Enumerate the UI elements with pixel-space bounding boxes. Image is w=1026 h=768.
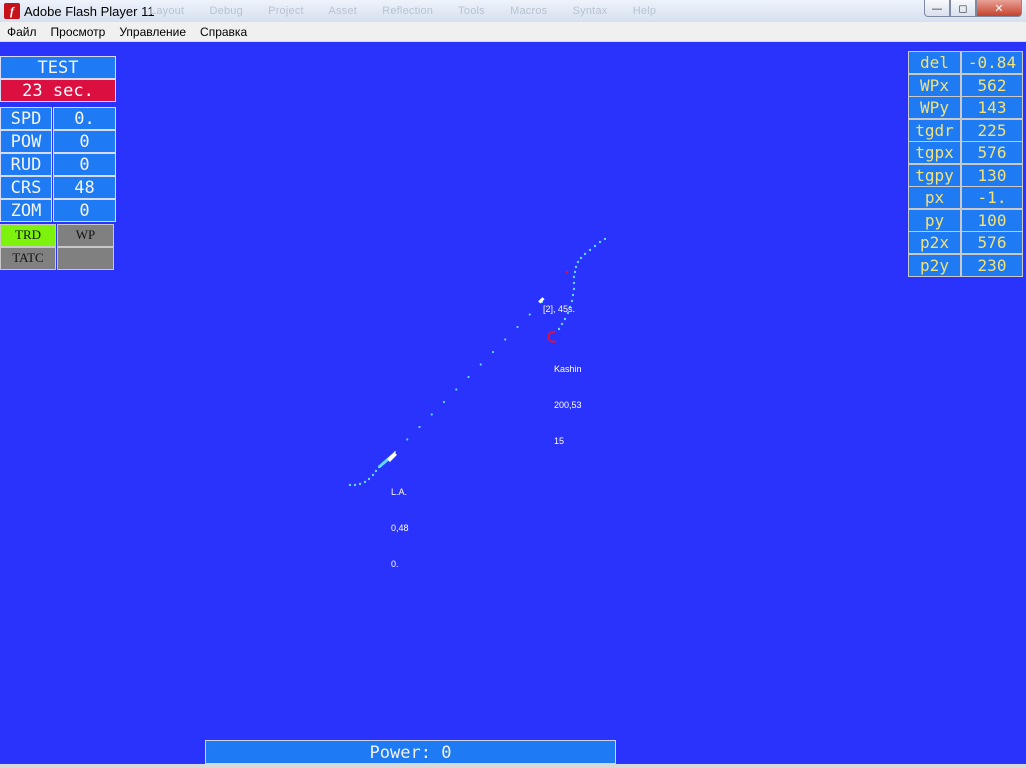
own-ship-name: L.A.: [391, 487, 408, 497]
tgpx-value: 576: [961, 141, 1023, 164]
py-value: 100: [961, 209, 1023, 232]
del-key: del: [908, 51, 961, 74]
power-display: Power: 0: [205, 740, 616, 764]
mode-title: TEST: [0, 56, 116, 79]
tgdr-value: 225: [961, 119, 1023, 142]
rud-value: 0: [53, 153, 116, 176]
tatc-button[interactable]: TATC: [0, 247, 56, 270]
own-ship-coords: 0,48: [391, 523, 409, 533]
py-key: py: [908, 209, 961, 232]
kashin-coords: 200,53: [554, 400, 582, 410]
zom-value: 0: [53, 199, 116, 222]
crs-value: 48: [53, 176, 116, 199]
spd-label: SPD: [0, 107, 52, 130]
p2y-key: p2y: [908, 254, 961, 277]
crs-label: CRS: [0, 176, 52, 199]
wpx-key: WPx: [908, 74, 961, 97]
spd-value: 0.: [53, 107, 116, 130]
kashin-name: Kashin: [554, 364, 582, 374]
target-dot: [565, 270, 569, 274]
wpy-key: WPy: [908, 96, 961, 119]
kashin-speed: 15: [554, 436, 565, 446]
zom-label: ZOM: [0, 199, 52, 222]
tgpy-key: tgpy: [908, 164, 961, 187]
bottom-edge: [0, 764, 1026, 768]
tactical-map[interactable]: [0, 0, 1026, 768]
pow-label: POW: [0, 130, 52, 153]
waypoint-label: [2], 45s.: [543, 304, 576, 314]
wpx-value: 562: [961, 74, 1023, 97]
power-label: Power:: [369, 743, 431, 763]
p2x-key: p2x: [908, 231, 961, 254]
del-value: -0.84: [961, 51, 1023, 74]
wp-button[interactable]: WP: [57, 224, 114, 247]
timer-display: 23 sec.: [0, 79, 116, 102]
tgpy-value: 130: [961, 164, 1023, 187]
pow-value: 0: [53, 130, 116, 153]
tgpx-key: tgpx: [908, 141, 961, 164]
rud-label: RUD: [0, 153, 52, 176]
px-value: -1.: [961, 186, 1023, 209]
blank-button[interactable]: [57, 247, 114, 270]
kashin-label: Kashin 200,53 15: [554, 339, 582, 459]
trd-button[interactable]: TRD: [0, 224, 56, 247]
tgdr-key: tgdr: [908, 119, 961, 142]
power-value: 0: [441, 743, 452, 763]
px-key: px: [908, 186, 961, 209]
wpy-value: 143: [961, 96, 1023, 119]
p2x-value: 576: [961, 231, 1023, 254]
own-ship-label: L.A. 0,48 0.: [391, 462, 409, 582]
own-ship-speed: 0.: [391, 559, 399, 569]
p2y-value: 230: [961, 254, 1023, 277]
